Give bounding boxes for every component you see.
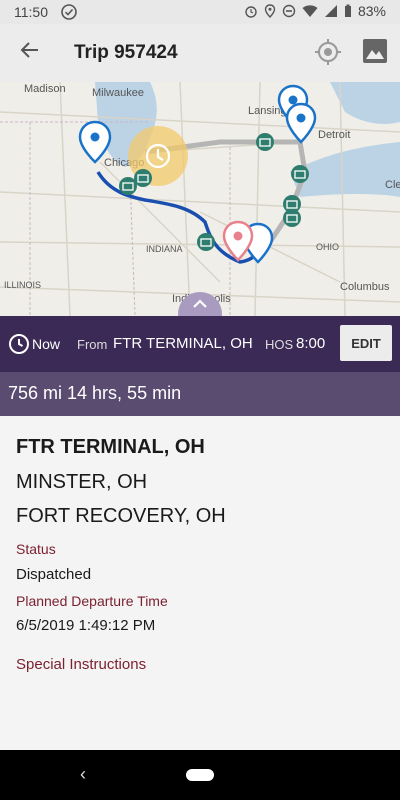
stop-name: FTR TERMINAL, OH (16, 436, 205, 458)
status-icons: 83% (244, 3, 386, 19)
trip-summary: 756 mi 14 hrs, 55 min (0, 372, 400, 416)
from-label: From (77, 337, 108, 352)
status-bar: 11:50 83% (0, 0, 400, 24)
stop-details: FTR TERMINAL, OH MINSTER, OH FORT RECOVE… (16, 436, 384, 673)
hos-label: HOS (265, 337, 294, 352)
hos-value: 8:00 (296, 335, 326, 352)
trip-summary-text: 756 mi 14 hrs, 55 min (8, 383, 182, 403)
departure-now-label[interactable]: Now (32, 336, 60, 352)
battery-icon (344, 4, 351, 17)
map-label-milwaukee: Milwaukee (92, 87, 144, 99)
stop-address-line-2: FORT RECOVERY, OH (16, 505, 226, 527)
app-bar: Trip 957424 (0, 24, 400, 82)
departure-label: Planned Departure Time (16, 593, 168, 609)
map-label-indiana: INDIANA (146, 244, 183, 254)
trip-info-bar: Now From FTR TERMINAL, OH HOS 8:00 EDIT (0, 316, 400, 372)
map-label-ohio: OHIO (316, 242, 339, 252)
map-label-cleveland: Cle (385, 179, 400, 191)
page-title: Trip 957424 (74, 42, 178, 63)
locate-icon[interactable] (314, 38, 342, 71)
location-icon (264, 4, 276, 18)
special-instructions-label: Special Instructions (16, 656, 147, 673)
map-label-detroit: Detroit (318, 129, 350, 141)
wifi-icon (302, 5, 318, 17)
edit-button[interactable]: EDIT (340, 325, 392, 361)
departure-value: 6/5/2019 1:49:12 PM (16, 617, 156, 634)
clock-icon (8, 333, 30, 360)
system-nav-bar: ‹ (0, 750, 400, 800)
map-label-columbus: Columbus (340, 281, 390, 293)
signal-icon (324, 5, 337, 17)
status-time: 11:50 (14, 4, 48, 20)
stop-address-line-1: MINSTER, OH (16, 471, 148, 493)
nav-back-icon[interactable]: ‹ (80, 764, 86, 785)
status-label: Status (16, 541, 56, 557)
dnd-icon (282, 4, 296, 18)
nav-home-icon[interactable] (186, 769, 214, 781)
from-value: FTR TERMINAL, OH (113, 335, 253, 352)
map-label-madison: Madison (24, 83, 66, 95)
status-value: Dispatched (16, 566, 92, 583)
image-icon[interactable] (362, 38, 388, 69)
trip-map[interactable]: Madison Milwaukee Lansing Detroit Chicag… (0, 82, 400, 316)
alarm-icon (245, 6, 257, 18)
check-circle-icon (60, 3, 78, 24)
battery-percent: 83% (357, 3, 386, 19)
map-label-illinois: ILLINOIS (4, 280, 41, 290)
back-arrow-icon[interactable] (18, 38, 42, 69)
